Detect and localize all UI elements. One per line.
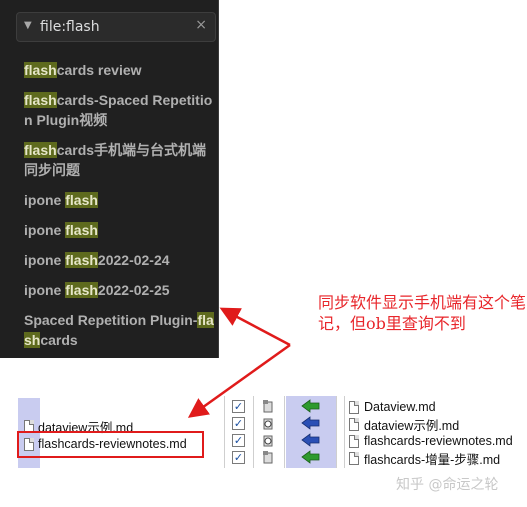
file-changed-icon (263, 418, 273, 430)
search-result[interactable]: ipone flash2022-02-24 (24, 250, 219, 270)
watermark: 知乎 @命运之轮 (396, 477, 499, 493)
sync-checkbox[interactable]: ✓ (232, 417, 245, 430)
search-input[interactable]: ▼ file:flash × (16, 12, 216, 42)
sync-checkbox[interactable]: ✓ (232, 400, 245, 413)
divider (224, 396, 225, 468)
green-add-arrow-icon[interactable] (301, 399, 321, 413)
search-result[interactable]: flashcards-Spaced Repetition Plugin视频 (24, 90, 219, 130)
divider (284, 396, 285, 468)
search-panel: ▼ file:flash × flashcards review flashca… (0, 0, 219, 358)
sync-checkbox[interactable]: ✓ (232, 451, 245, 464)
arrow-to-search-panel (219, 307, 291, 347)
divider (344, 396, 345, 468)
search-query[interactable]: file:flash (40, 19, 100, 35)
file-state-icon (263, 400, 273, 413)
blue-left-arrow-icon[interactable] (301, 433, 321, 447)
document-icon (349, 400, 359, 414)
document-icon (349, 417, 359, 431)
annotation-text: 同步软件显示手机端有这个笔记，但ob里查询不到 (318, 293, 527, 333)
search-result[interactable]: ipone flash2022-02-25 (24, 280, 219, 300)
divider (253, 396, 254, 468)
file-row[interactable]: Dataview.md (349, 398, 436, 416)
document-icon (349, 451, 359, 465)
file-row[interactable]: flashcards-增量-步骤.md (349, 449, 500, 467)
file-changed-icon (263, 435, 273, 447)
triangle-down-icon[interactable]: ▼ (24, 20, 32, 31)
file-row[interactable]: flashcards-reviewnotes.md (349, 432, 513, 450)
close-icon[interactable]: × (195, 17, 207, 33)
search-result[interactable]: ipone flash (24, 220, 219, 240)
file-state-icon (263, 451, 273, 464)
document-icon (349, 434, 359, 448)
file-row[interactable]: dataview示例.md (349, 415, 459, 433)
highlight-box (17, 431, 204, 458)
search-result[interactable]: flashcards手机端与台式机端同步问题 (24, 140, 219, 180)
search-result[interactable]: Spaced Repetition Plugin-flashcards (24, 310, 219, 350)
green-add-arrow-icon[interactable] (301, 450, 321, 464)
search-result[interactable]: flashcards review (24, 60, 219, 80)
search-result[interactable]: ipone flash (24, 190, 219, 210)
blue-left-arrow-icon[interactable] (301, 416, 321, 430)
sync-checkbox[interactable]: ✓ (232, 434, 245, 447)
divider (336, 396, 337, 468)
